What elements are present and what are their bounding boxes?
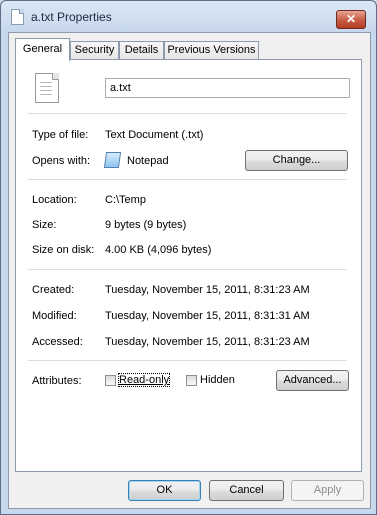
- separator: [28, 113, 347, 114]
- advanced-button[interactable]: Advanced...: [276, 370, 349, 391]
- general-tab-panel: a.txt Type of file: Text Document (.txt)…: [15, 59, 362, 472]
- attributes-label: Attributes:: [32, 375, 82, 387]
- dialog-client-area: General Security Details Previous Versio…: [8, 32, 371, 509]
- separator: [28, 269, 347, 270]
- accessed-label: Accessed:: [32, 336, 83, 348]
- title-bar[interactable]: a.txt Properties ✕: [1, 1, 376, 31]
- created-label: Created:: [32, 284, 75, 296]
- cancel-button[interactable]: Cancel: [209, 480, 284, 501]
- file-name-field[interactable]: a.txt: [105, 78, 350, 98]
- hidden-checkbox[interactable]: [186, 375, 197, 386]
- apply-button[interactable]: Apply: [291, 480, 364, 501]
- modified-value: Tuesday, November 15, 2011, 8:31:31 AM: [105, 310, 310, 322]
- size-on-disk-label: Size on disk:: [32, 244, 95, 256]
- change-button[interactable]: Change...: [245, 150, 348, 171]
- tab-security[interactable]: Security: [70, 41, 119, 59]
- type-of-file-label: Type of file:: [32, 129, 89, 141]
- opens-with-label: Opens with:: [32, 155, 91, 167]
- modified-label: Modified:: [32, 310, 77, 322]
- read-only-checkbox[interactable]: [105, 375, 116, 386]
- tab-general[interactable]: General: [15, 38, 70, 61]
- properties-dialog: a.txt Properties ✕ General Security Deta…: [0, 0, 377, 515]
- accessed-value: Tuesday, November 15, 2011, 8:31:23 AM: [105, 336, 310, 348]
- document-icon: [11, 9, 24, 25]
- type-of-file-value: Text Document (.txt): [105, 129, 204, 141]
- size-value: 9 bytes (9 bytes): [105, 219, 187, 231]
- read-only-label[interactable]: Read-only: [117, 373, 171, 387]
- close-button[interactable]: ✕: [336, 10, 366, 29]
- ok-button[interactable]: OK: [128, 480, 201, 501]
- tab-previous-versions[interactable]: Previous Versions: [164, 41, 259, 59]
- tab-details[interactable]: Details: [119, 41, 164, 59]
- separator: [28, 179, 347, 180]
- text-document-icon: [35, 73, 59, 103]
- location-value: C:\Temp: [105, 194, 146, 206]
- window-title: a.txt Properties: [31, 10, 112, 24]
- size-on-disk-value: 4.00 KB (4,096 bytes): [105, 244, 212, 256]
- size-label: Size:: [32, 219, 57, 231]
- hidden-label[interactable]: Hidden: [200, 374, 235, 386]
- created-value: Tuesday, November 15, 2011, 8:31:23 AM: [105, 284, 310, 296]
- notepad-icon: [103, 152, 122, 168]
- separator: [28, 360, 347, 361]
- location-label: Location:: [32, 194, 77, 206]
- opens-with-value: Notepad: [127, 155, 169, 167]
